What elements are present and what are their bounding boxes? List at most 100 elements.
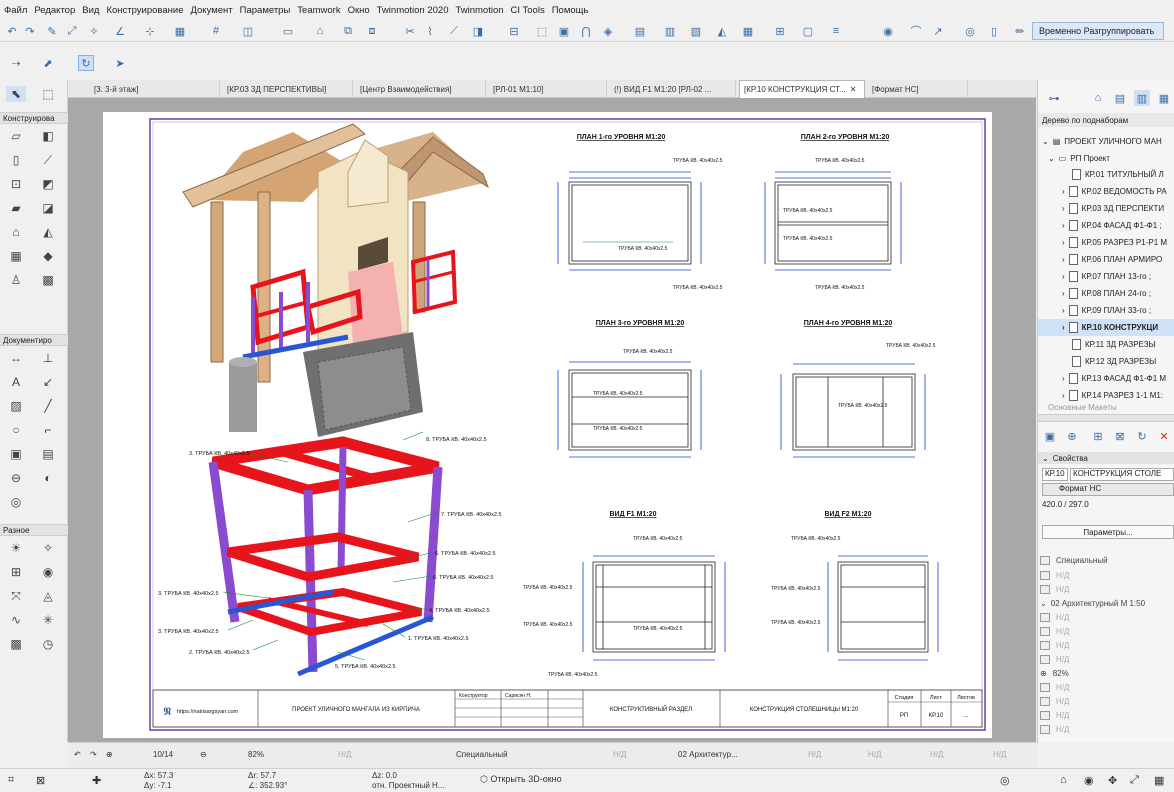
menu-view[interactable]: Вид [82,5,99,16]
drawing-icon[interactable]: ▣ [6,446,26,462]
menu-twinmotion2020[interactable]: Twinmotion 2020 [377,5,449,16]
prop-zoom[interactable]: ⊕ 82% [1040,669,1069,678]
layers-combo-icon[interactable]: ⊠ [36,774,45,787]
railing-icon[interactable]: ♙ [6,272,26,288]
hat-icon[interactable]: ⌒ [908,23,924,39]
fill-icon[interactable]: ▨ [6,398,26,414]
render-icon[interactable]: ◈ [600,23,616,39]
prop-nd[interactable]: Н/Д [1040,711,1069,720]
angle-icon[interactable]: ∠ [112,23,128,39]
eyedropper-icon[interactable]: ✎ [44,23,60,39]
undo-zoom-icon[interactable]: ↶ [74,750,81,759]
snap-guides-icon[interactable]: ⊹ [142,23,158,39]
coord-dr[interactable]: Δr: 57.7 [248,771,276,780]
zone-icon[interactable]: ◉ [38,564,58,580]
properties-header[interactable]: ⌄ Свойства [1038,452,1174,464]
coord-dx[interactable]: Δx: 57.3 [144,771,173,780]
window-icon[interactable]: ▢ [800,23,816,39]
page-number[interactable]: 10/14 [153,750,173,759]
prop-nd[interactable]: Н/Д [1040,655,1069,664]
magnet-icon[interactable]: ⋂ [578,23,594,39]
grid-icon[interactable]: # [208,23,224,39]
walk-icon[interactable]: ⤢ [1130,774,1139,787]
marquee-tool-icon[interactable]: ⬚ [38,86,58,102]
undo-icon[interactable]: ↶ [4,23,20,39]
polyline-icon[interactable]: ⌐ [38,422,58,438]
list-icon[interactable]: ≡ [828,23,844,39]
prop-nd[interactable]: Н/Д [1040,697,1069,706]
tree-item[interactable]: › КР.07 ПЛАН 13-го ; [1038,268,1174,285]
tree-item[interactable]: › КР.09 ПЛАН 33-го ; [1038,302,1174,319]
status-nd[interactable]: Н/Д [808,750,821,759]
spline-icon[interactable]: ∿ [6,612,26,628]
tab-floor-3[interactable]: [3. 3-й этаж] [90,80,220,98]
group-icon[interactable]: ⧉ [340,23,356,39]
organizer-icon[interactable]: ▦ [1156,90,1172,106]
prop-nd[interactable]: Н/Д [1040,641,1069,650]
pan-icon[interactable]: ✥ [1108,774,1117,787]
tree-item[interactable]: › КР.08 ПЛАН 24-го ; [1038,285,1174,302]
lamp-icon[interactable]: ☀ [6,540,26,556]
redo-zoom-icon[interactable]: ↷ [90,750,97,759]
change-icon[interactable]: ◷ [38,636,58,652]
format-select[interactable]: Формат НС [1042,483,1174,496]
tree-item[interactable]: КР.11 3Д РАЗРЕЗЫ [1038,336,1174,353]
layout-book-icon[interactable]: ▤ [1112,90,1128,106]
redo-icon[interactable]: ↷ [22,23,38,39]
sheet-name-field[interactable]: КОНСТРУКЦИЯ СТОЛЕ [1070,468,1174,481]
beam-icon[interactable]: ⟋ [38,152,58,168]
morph-icon[interactable]: ◆ [38,248,58,264]
suspend-group-icon[interactable]: ⧈ [364,23,380,39]
menu-teamwork[interactable]: Teamwork [297,5,340,16]
section-design[interactable]: Конструирова [0,112,68,124]
shell-icon[interactable]: ◭ [38,224,58,240]
snap-icon[interactable]: ⌗ [8,774,14,787]
settings-icon[interactable]: ▣ [1042,428,1058,444]
tree-item[interactable]: › КР.03 3Д ПЕРСПЕКТИ [1038,200,1174,217]
door-icon[interactable]: ◧ [38,128,58,144]
curtain-wall-icon[interactable]: ▦ [6,248,26,264]
menu-options[interactable]: Параметры [240,5,291,16]
coord-relative[interactable]: отн. Проектный Н... [372,781,444,790]
trim-icon[interactable]: ⌇ [422,23,438,39]
label-icon[interactable]: ↙ [38,374,58,390]
publisher-icon[interactable]: ▥ [1134,90,1150,106]
chevron-down-icon[interactable]: ⌄ [1048,154,1055,163]
section-document[interactable]: Документиро [0,334,68,346]
tree-item[interactable]: › КР.05 РАЗРЕЗ Р1-Р1 М [1038,234,1174,251]
scissors-icon[interactable]: ✂ [402,23,418,39]
prop-nd[interactable]: Н/Д [1040,613,1069,622]
prop-nd[interactable]: Н/Д [1040,627,1069,636]
arrow-tool-icon[interactable]: ↗ [930,23,946,39]
navigator-filter[interactable]: Дерево по поднаборам [1038,113,1174,127]
chevron-down-icon[interactable]: ⌄ [1042,137,1049,146]
3d-view-icon[interactable]: ◭ [714,23,730,39]
horizontal-scrollbar[interactable] [1038,414,1174,422]
fit-icon[interactable]: ⊖ [200,750,207,759]
zoom-level[interactable]: 82% [248,750,264,759]
elevation-icon[interactable]: ▧ [688,23,704,39]
status-nd[interactable]: Н/Д [338,750,351,759]
wall-icon[interactable]: ▱ [6,128,26,144]
camera-icon[interactable]: ◎ [1000,774,1010,787]
home-icon[interactable]: ⌂ [1060,774,1067,786]
tab-kr10[interactable]: [КР.10 КОНСТРУКЦИЯ СТ... ✕ [739,80,865,98]
align-icon[interactable]: ⊟ [506,23,522,39]
plan-icon[interactable]: ▤ [632,23,648,39]
tree-item[interactable]: › КР.04 ФАСАД Ф1-Ф1 ; [1038,217,1174,234]
menu-design[interactable]: Конструирование [106,5,183,16]
tree-subset[interactable]: ⌄ ▭ РП Проект [1038,150,1174,167]
layers-icon[interactable]: ◫ [240,23,256,39]
tab-kr03[interactable]: [КР.03 3Д ПЕРСПЕКТИВЫ] [223,80,353,98]
sun-icon[interactable]: ✳ [38,612,58,628]
view-map-icon[interactable]: ⌂ [1090,90,1106,106]
menu-document[interactable]: Документ [190,5,232,16]
menu-twinmotion[interactable]: Twinmotion [455,5,503,16]
roof-icon[interactable]: ⌂ [6,224,26,240]
object-icon[interactable]: ◩ [38,176,58,192]
selection-3d-icon[interactable]: ⬚ [534,23,550,39]
prop-special[interactable]: Специальный [1040,556,1108,565]
menu-help[interactable]: Помощь [552,5,589,16]
tree-item[interactable]: КР.01 ТИТУЛЬНЫЙ Л [1038,166,1174,183]
split-icon[interactable]: ⟋ [446,23,462,39]
